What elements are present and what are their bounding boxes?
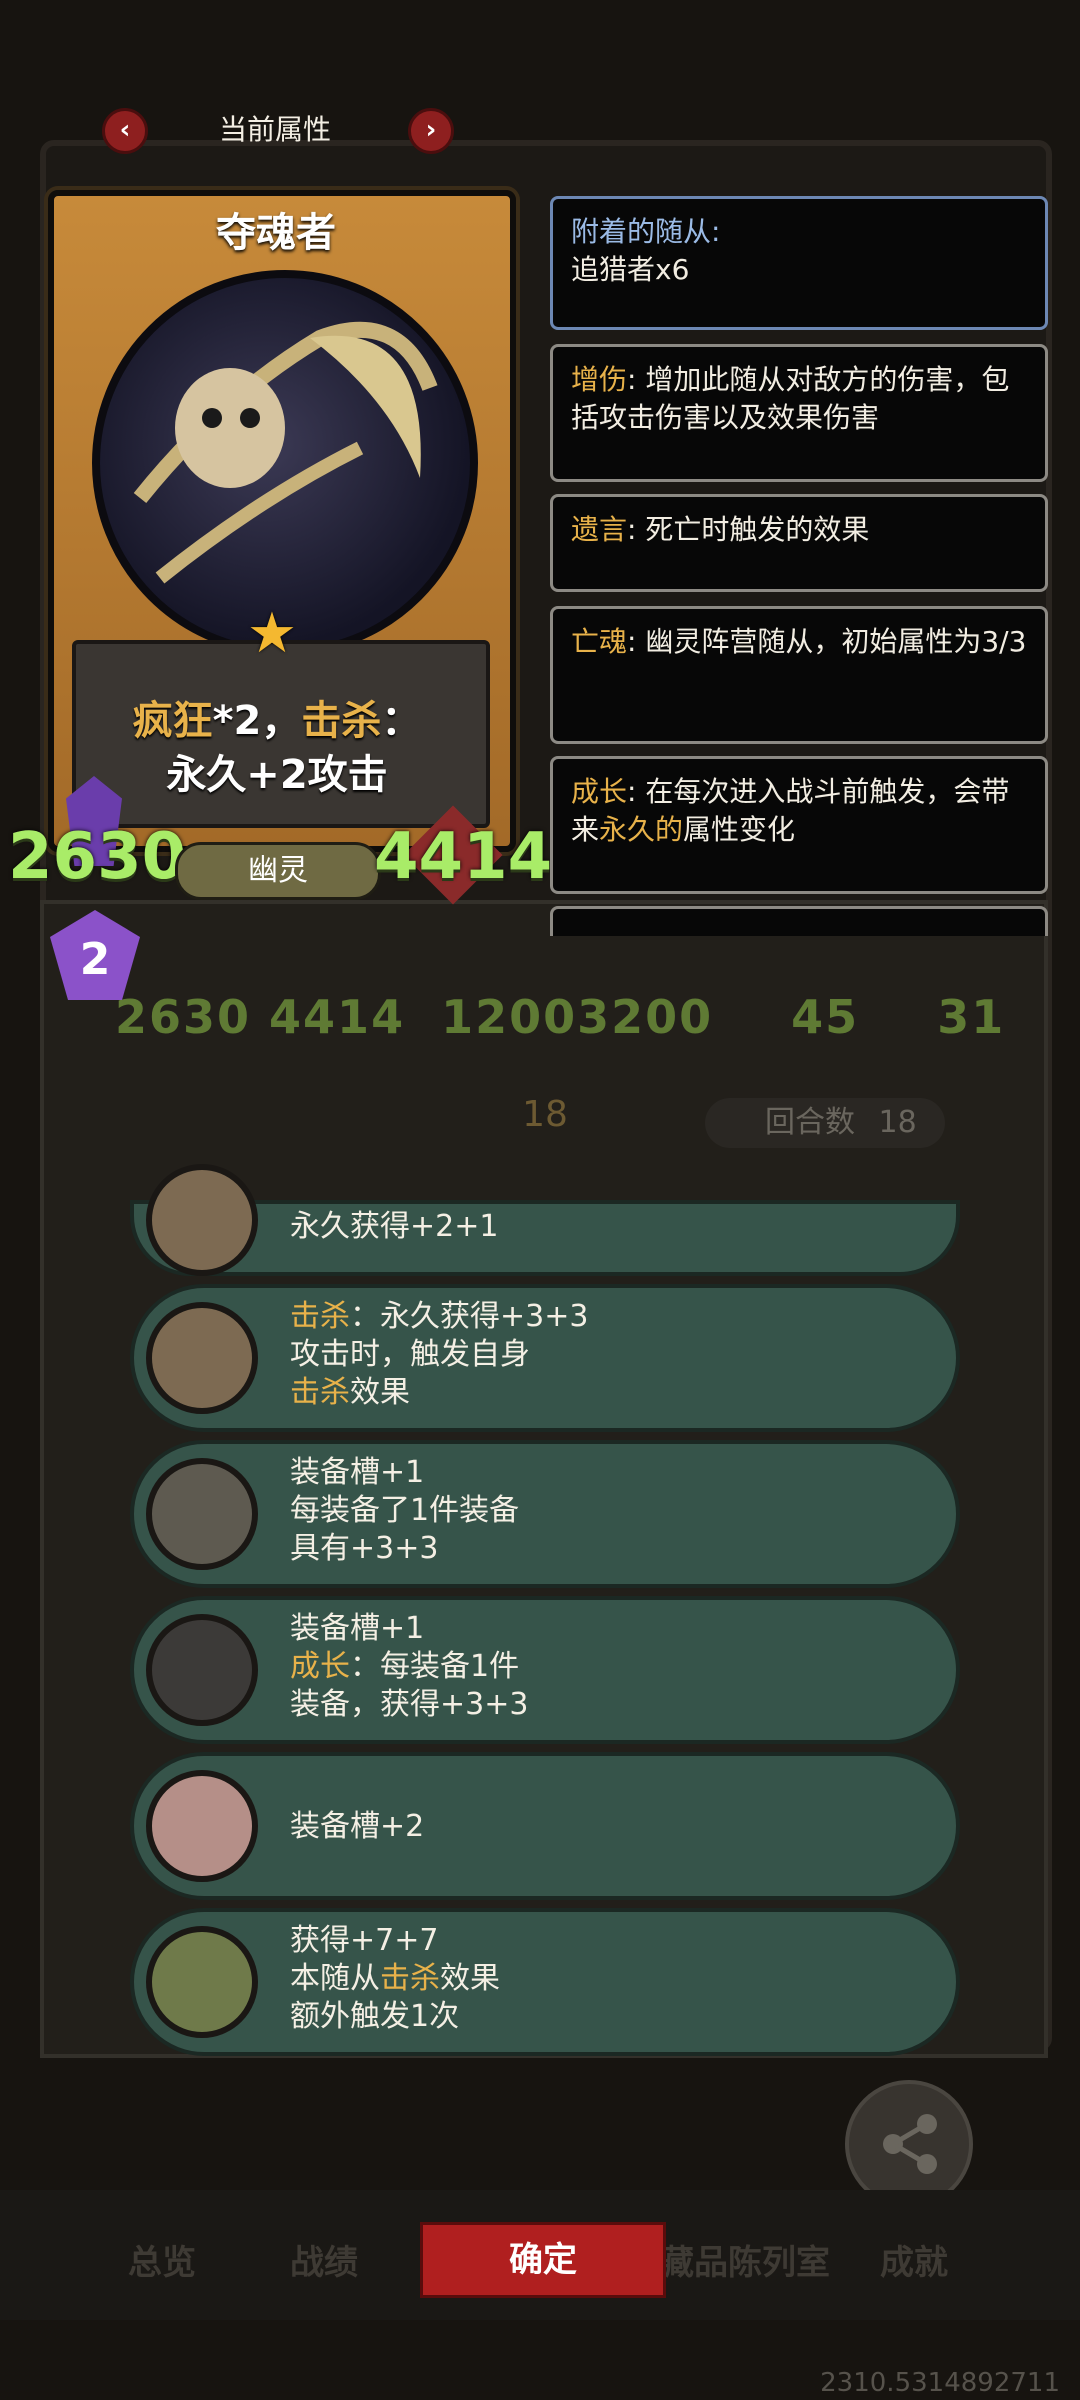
type-badge: 幽灵 xyxy=(175,842,381,900)
rounds-badge: 回合数 18 xyxy=(705,1098,945,1148)
list-item[interactable]: 装备槽+1 每装备了1件装备 具有+3+3 xyxy=(130,1440,960,1588)
row-line: ：永久获得+3+3 xyxy=(350,1299,589,1334)
attack-value: 2630 xyxy=(8,820,187,894)
row-text: 永久获得+2+1 xyxy=(290,1209,499,1244)
confirm-button[interactable]: 确定 xyxy=(420,2222,666,2298)
info-deathrattle: 遗言: 死亡时触发的效果 xyxy=(550,494,1048,592)
share-button[interactable] xyxy=(845,2080,973,2208)
bg-stat: 3200 xyxy=(577,990,714,1044)
card-portrait xyxy=(92,270,478,656)
rounds-label: 回合数 xyxy=(765,1105,855,1140)
info-key: 亡魂 xyxy=(571,625,628,658)
row-text: 装备槽+1 每装备了1件装备 具有+3+3 xyxy=(290,1454,519,1568)
tab-collection[interactable]: 藏品陈列室 xyxy=(660,2235,830,2284)
info-ghost-soul: 亡魂: 幽灵阵营随从，初始属性为3/3 xyxy=(550,606,1048,744)
scythe-icon xyxy=(146,1302,258,1414)
row-text: 击杀：永久获得+3+3 攻击时，触发自身 击杀效果 xyxy=(290,1298,588,1412)
bg-stat: 1200 xyxy=(441,990,578,1044)
info-text: : 增加此随从对敌方的伤害，包括攻击伤害以及效果伤害 xyxy=(571,363,1010,434)
tab-overview[interactable]: 总览 xyxy=(128,2235,196,2284)
info-key: 增伤 xyxy=(571,363,628,396)
chevron-left-icon: ‹ xyxy=(119,115,131,145)
info-more-panel xyxy=(550,906,1048,936)
row-line: 具有+3+3 xyxy=(290,1531,439,1566)
rounds-value: 18 xyxy=(878,1105,917,1140)
row-line: 额外触发1次 xyxy=(290,1999,460,2034)
row-text: 装备槽+2 xyxy=(290,1809,425,1844)
row-line: 本随从 xyxy=(290,1961,380,1996)
tab-record[interactable]: 战绩 xyxy=(290,2235,358,2284)
row-text: 获得+7+7 本随从击杀效果 额外触发1次 xyxy=(290,1922,500,2036)
info-key: 附着的随从: xyxy=(571,215,721,248)
list-item[interactable]: 永久获得+2+1 xyxy=(130,1164,960,1276)
row-line: 每装备了1件装备 xyxy=(290,1493,520,1528)
round-marker: 18 xyxy=(500,1080,590,1160)
bg-stat: 31 xyxy=(937,990,1006,1044)
info-key: 成长 xyxy=(571,775,628,808)
health-value: 4414 xyxy=(374,820,553,894)
card-desc-line1: 疯狂*2，击杀： xyxy=(72,688,482,746)
info-text: 追猎者x6 xyxy=(571,253,690,286)
list-item[interactable]: 装备槽+1 成长：每装备1件 装备，获得+3+3 xyxy=(130,1596,960,1744)
keyword-kill: 击杀 xyxy=(290,1299,350,1334)
round-number: 18 xyxy=(522,1094,568,1135)
reaper-illustration xyxy=(133,321,438,584)
row-line: 装备，获得+3+3 xyxy=(290,1687,529,1722)
keyword-kill: 击杀 xyxy=(380,1961,440,1996)
info-text: 属性变化 xyxy=(683,813,796,846)
armor-icon xyxy=(146,1614,258,1726)
info-damage-boost: 增伤: 增加此随从对敌方的伤害，包括攻击伤害以及效果伤害 xyxy=(550,344,1048,482)
tab-achievements[interactable]: 成就 xyxy=(880,2235,948,2284)
pouch-icon xyxy=(146,1770,258,1882)
row-text: 装备槽+1 成长：每装备1件 装备，获得+3+3 xyxy=(290,1610,528,1724)
build-version: 2310.5314892711 xyxy=(820,2368,1060,2398)
bg-stat: 45 xyxy=(791,990,860,1044)
background-stats: 2630 4414 12003200 45 31 xyxy=(115,990,1005,1044)
list-item[interactable]: 获得+7+7 本随从击杀效果 额外触发1次 xyxy=(130,1908,960,2056)
claw-icon xyxy=(146,1164,258,1276)
info-growth: 成长: 在每次进入战斗前触发，会带来永久的属性变化 xyxy=(550,756,1048,894)
row-line: 装备槽+1 xyxy=(290,1455,425,1490)
row-line: 装备槽+1 xyxy=(290,1611,425,1646)
row-line: ：每装备1件 xyxy=(350,1649,520,1684)
info-text: : 幽灵阵营随从，初始属性为3/3 xyxy=(627,625,1027,658)
keyword-kill: 击杀 xyxy=(290,1375,350,1410)
bg-stat: 4414 xyxy=(269,990,406,1044)
next-button[interactable]: › xyxy=(408,108,454,154)
desc-text: *2， xyxy=(212,698,302,744)
list-item[interactable]: 击杀：永久获得+3+3 攻击时，触发自身 击杀效果 xyxy=(130,1284,960,1432)
keyword-kill: 击杀 xyxy=(301,698,382,744)
info-text: : 死亡时触发的效果 xyxy=(627,513,870,546)
row-line: 效果 xyxy=(350,1375,410,1410)
desc-text: ： xyxy=(381,698,422,744)
page-title: 当前属性 xyxy=(218,113,331,146)
chevron-right-icon: › xyxy=(425,115,437,145)
info-keyword: 永久的 xyxy=(599,813,684,846)
keyword-growth: 成长 xyxy=(290,1649,350,1684)
prev-button[interactable]: ‹ xyxy=(102,108,148,154)
row-line: 获得+7+7 xyxy=(290,1923,439,1958)
card-name: 夺魂者 xyxy=(216,210,336,256)
share-icon xyxy=(883,2114,937,2174)
star-icon: ★ xyxy=(246,601,298,666)
bell-icon xyxy=(146,1926,258,2038)
bg-stat: 2630 xyxy=(115,990,252,1044)
keyword-madness: 疯狂 xyxy=(132,698,213,744)
row-line: 攻击时，触发自身 xyxy=(290,1337,530,1372)
spiked-boots-icon xyxy=(146,1458,258,1570)
info-attached-minions: 附着的随从: 追猎者x6 xyxy=(550,196,1048,330)
list-item[interactable]: 装备槽+2 xyxy=(130,1752,960,1900)
info-key: 遗言 xyxy=(571,513,628,546)
row-line: 效果 xyxy=(440,1961,500,1996)
card-desc-line2: 永久+2攻击 xyxy=(166,752,388,798)
